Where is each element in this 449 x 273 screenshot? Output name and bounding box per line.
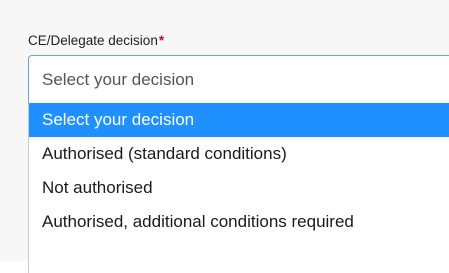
option-not-authorised[interactable]: Not authorised xyxy=(29,171,449,205)
option-authorised-additional[interactable]: Authorised, additional conditions requir… xyxy=(29,205,449,239)
option-authorised-standard[interactable]: Authorised (standard conditions) xyxy=(29,137,449,171)
decision-dropdown-list: Select your decision Authorised (standar… xyxy=(28,103,449,273)
decision-label-text: CE/Delegate decision xyxy=(28,33,158,48)
decision-select[interactable]: Select your decision xyxy=(28,55,449,103)
decision-select-value: Select your decision xyxy=(42,70,195,89)
required-indicator: * xyxy=(158,33,165,48)
decision-field-label: CE/Delegate decision* xyxy=(28,33,164,49)
form-panel: CE/Delegate decision* Select your decisi… xyxy=(0,0,449,273)
option-select-your-decision[interactable]: Select your decision xyxy=(29,103,449,137)
